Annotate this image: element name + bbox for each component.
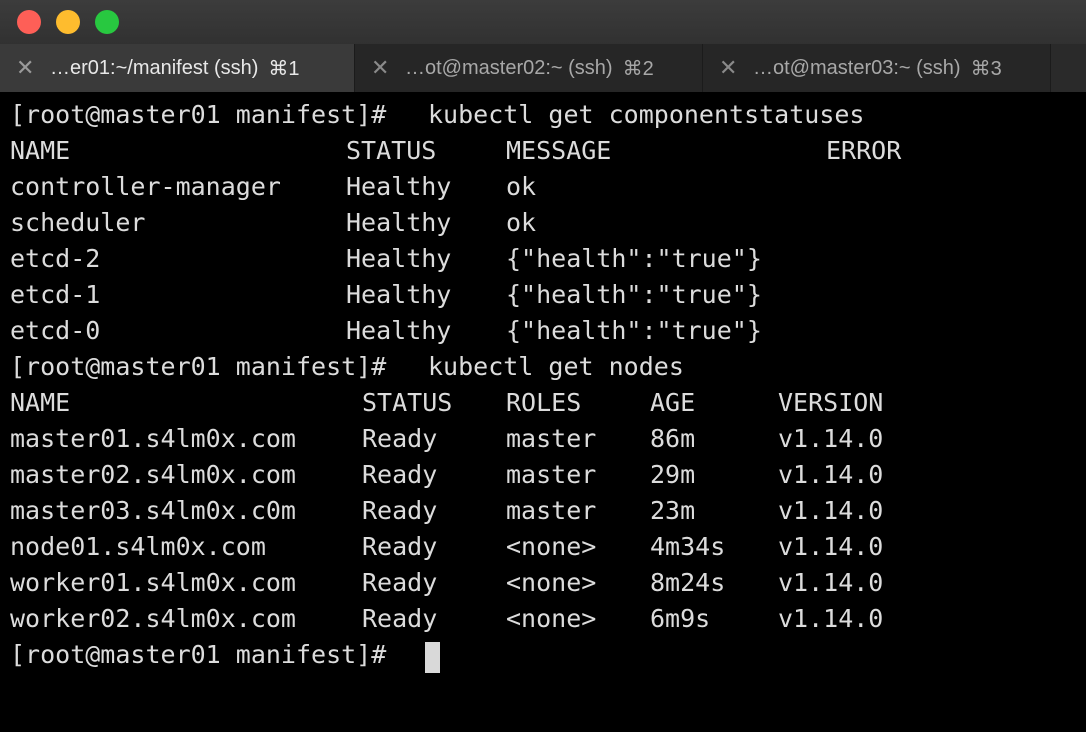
terminal-output[interactable]: [root@master01 manifest]# kubectl get co… [0,92,1086,732]
tab-master01[interactable]: ✕ …er01:~/manifest (ssh) ⌘1 [0,44,355,92]
table-row: controller-manager Healthy ok [10,169,536,205]
column-header: AGE [650,388,696,417]
cell-roles: <none> [506,604,597,633]
cell-status: Ready [362,604,438,633]
cell-name: node01.s4lm0x.com [10,532,266,561]
minimize-window-button[interactable] [56,10,80,34]
cell-status: Healthy [346,208,452,237]
cell-status: Healthy [346,172,452,201]
title-bar [0,0,1086,44]
cell-version: v1.14.0 [778,568,884,597]
table-row: worker01.s4lm0x.com Ready <none> 8m24s v… [10,565,883,601]
cell-status: Ready [362,496,438,525]
tab-shortcut: ⌘3 [970,57,1002,80]
cell-roles: master [506,496,597,525]
column-header: MESSAGE [506,136,612,165]
table-row: scheduler Healthy ok [10,205,536,241]
terminal-window: ✕ …er01:~/manifest (ssh) ⌘1 ✕ …ot@master… [0,0,1086,732]
cell-name: worker01.s4lm0x.com [10,568,296,597]
column-header: NAME [10,388,71,417]
cell-name: master01.s4lm0x.com [10,424,296,453]
cell-status: Healthy [346,316,452,345]
cell-name: worker02.s4lm0x.com [10,604,296,633]
cell-version: v1.14.0 [778,496,884,525]
cell-status: Ready [362,460,438,489]
cell-roles: master [506,424,597,453]
cell-status: Ready [362,568,438,597]
shell-prompt: [root@master01 manifest]# [10,100,387,129]
cell-name: master02.s4lm0x.com [10,460,296,489]
tab-master02[interactable]: ✕ …ot@master02:~ (ssh) ⌘2 [355,44,703,92]
table-row: etcd-2 Healthy {"health":"true"} [10,241,762,277]
shell-prompt: [root@master01 manifest]# [10,640,387,669]
cell-roles: <none> [506,532,597,561]
cell-age: 86m [650,424,696,453]
column-header: VERSION [778,388,884,417]
cell-age: 29m [650,460,696,489]
command-line: [root@master01 manifest]# kubectl get co… [10,97,865,133]
table-row: etcd-0 Healthy {"health":"true"} [10,313,762,349]
shell-prompt: [root@master01 manifest]# [10,352,387,381]
column-header: NAME [10,136,71,165]
table-row: worker02.s4lm0x.com Ready <none> 6m9s v1… [10,601,883,637]
cell-age: 6m9s [650,604,711,633]
command-text: kubectl get componentstatuses [428,100,865,129]
cell-status: Healthy [346,244,452,273]
column-header: ROLES [506,388,582,417]
table-row: node01.s4lm0x.com Ready <none> 4m34s v1.… [10,529,883,565]
cell-message: {"health":"true"} [506,280,762,309]
command-text: kubectl get nodes [428,352,684,381]
cell-version: v1.14.0 [778,532,884,561]
cell-age: 23m [650,496,696,525]
table-row: master01.s4lm0x.com Ready master 86m v1.… [10,421,883,457]
cell-name: etcd-2 [10,244,101,273]
tab-title: …ot@master03:~ (ssh) [753,56,961,79]
tab-title: …ot@master02:~ (ssh) [405,56,613,79]
tab-bar: ✕ …er01:~/manifest (ssh) ⌘1 ✕ …ot@master… [0,44,1086,93]
cell-message: {"health":"true"} [506,244,762,273]
tab-title: …er01:~/manifest (ssh) [50,56,259,79]
cell-name: master03.s4lm0x.c0m [10,496,296,525]
cell-message: ok [506,208,537,237]
table-header: NAME STATUS MESSAGE ERROR [10,133,901,169]
cell-message: {"health":"true"} [506,316,762,345]
column-header: ERROR [826,136,902,165]
close-tab-icon[interactable]: ✕ [371,55,391,81]
command-line: [root@master01 manifest]# kubectl get no… [10,349,684,385]
cell-status: Healthy [346,280,452,309]
zoom-window-button[interactable] [95,10,119,34]
table-row: master02.s4lm0x.com Ready master 29m v1.… [10,457,883,493]
table-header: NAME STATUS ROLES AGE VERSION [10,385,883,421]
cell-roles: master [506,460,597,489]
cell-version: v1.14.0 [778,604,884,633]
cell-version: v1.14.0 [778,424,884,453]
close-tab-icon[interactable]: ✕ [16,55,36,81]
tab-shortcut: ⌘2 [622,57,654,80]
cell-status: Ready [362,532,438,561]
cell-status: Ready [362,424,438,453]
cell-age: 8m24s [650,568,726,597]
cell-name: etcd-0 [10,316,101,345]
cell-name: etcd-1 [10,280,101,309]
cell-roles: <none> [506,568,597,597]
cell-message: ok [506,172,537,201]
cell-name: controller-manager [10,172,281,201]
text-cursor [425,642,440,673]
tab-master03[interactable]: ✕ …ot@master03:~ (ssh) ⌘3 [703,44,1051,92]
column-header: STATUS [346,136,437,165]
cell-age: 4m34s [650,532,726,561]
close-tab-icon[interactable]: ✕ [719,55,739,81]
cell-name: scheduler [10,208,146,237]
table-row: etcd-1 Healthy {"health":"true"} [10,277,762,313]
tab-shortcut: ⌘1 [268,57,300,80]
cell-version: v1.14.0 [778,460,884,489]
close-window-button[interactable] [17,10,41,34]
table-row: master03.s4lm0x.c0m Ready master 23m v1.… [10,493,883,529]
command-line[interactable]: [root@master01 manifest]# [10,637,440,673]
column-header: STATUS [362,388,453,417]
